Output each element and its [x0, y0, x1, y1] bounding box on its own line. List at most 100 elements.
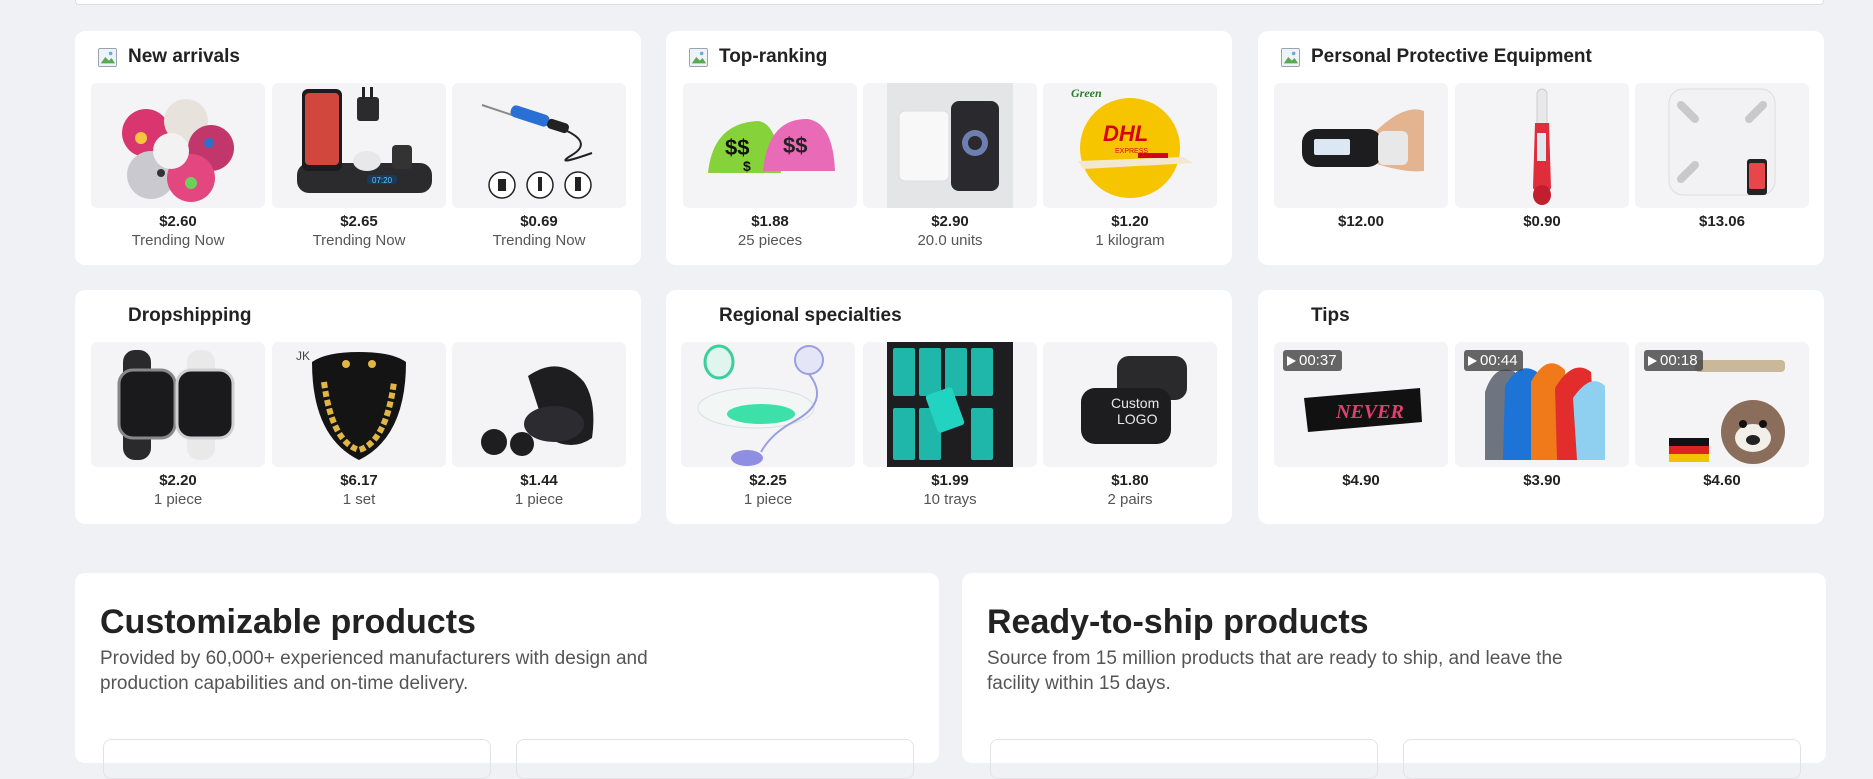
product-subtext: 10 trays	[923, 491, 977, 508]
product-tile[interactable]: Custom LOGO $1.80 2 pairs	[1043, 342, 1217, 510]
customizable-sub-card[interactable]	[516, 739, 914, 779]
new-arrivals-icon	[98, 48, 117, 67]
customizable-products-card[interactable]: Customizable products Provided by 60,000…	[75, 573, 939, 779]
card-title: Dropshipping	[128, 305, 252, 326]
product-tile[interactable]: $1.99 10 trays	[863, 342, 1037, 510]
product-subtext: 2 pairs	[1107, 491, 1153, 508]
product-price: $4.60	[1703, 472, 1741, 489]
product-price: $2.60	[159, 213, 197, 230]
card-title: Tips	[1311, 305, 1350, 326]
soldering-iron-image	[452, 83, 626, 208]
product-price: $1.20	[1111, 213, 1149, 230]
gold-necklace-set-image: JK	[272, 342, 446, 467]
dog-collars-image: 00:18	[1635, 342, 1809, 467]
smart-scale-image	[1635, 83, 1809, 208]
product-subtext: 25 pieces	[737, 232, 803, 249]
ready-to-ship-sub-card[interactable]	[1403, 739, 1801, 779]
top-ranking-icon	[689, 48, 708, 67]
product-price: $0.90	[1523, 213, 1561, 230]
card-dropshipping[interactable]: Dropshipping $2.20 1 piece JK $6.17 1 se…	[75, 290, 641, 524]
product-tile[interactable]: Green DHL EXPRESS $1.20 1 kilogram	[1043, 83, 1217, 251]
product-subtext: 1 piece	[153, 491, 203, 508]
custom-logo-slides-image: Custom LOGO	[1043, 342, 1217, 467]
video-duration-badge: 00:37	[1283, 350, 1342, 371]
section-title: Customizable products	[100, 603, 476, 641]
svg-text:NEVER: NEVER	[1335, 401, 1404, 423]
top-search-panel	[75, 0, 1824, 5]
digital-thermometer-image	[1455, 83, 1629, 208]
product-subtext: 1 piece	[514, 491, 564, 508]
ppe-icon	[1281, 48, 1300, 67]
svg-text:07:20: 07:20	[372, 176, 393, 185]
eyelash-trays-image	[863, 342, 1037, 467]
customizable-sub-card[interactable]	[103, 739, 491, 779]
never-banner-image: NEVER 00:37	[1274, 342, 1448, 467]
svg-text:DHL: DHL	[1103, 121, 1148, 146]
video-duration-badge: 00:44	[1464, 350, 1523, 371]
product-subtext: 20.0 units	[917, 232, 983, 249]
product-tile[interactable]: NEVER 00:37 $4.90	[1274, 342, 1448, 490]
product-price: $2.25	[749, 472, 787, 489]
product-price: $1.80	[1111, 472, 1149, 489]
sitz-bath-image	[681, 342, 855, 467]
card-tips[interactable]: Tips NEVER 00:37 $4.90 00:44 $3.90 00:18…	[1258, 290, 1824, 524]
pulse-oximeter-image	[1274, 83, 1448, 208]
card-title: Personal Protective Equipment	[1311, 46, 1592, 67]
svg-text:Custom: Custom	[1111, 395, 1159, 411]
section-title: Ready-to-ship products	[987, 603, 1369, 641]
product-tile[interactable]: 00:18 $4.60	[1635, 342, 1809, 490]
product-price: $1.99	[931, 472, 969, 489]
product-tile[interactable]: $13.06	[1635, 83, 1809, 231]
product-subtext: 1 set	[342, 491, 376, 508]
product-price: $12.00	[1338, 213, 1384, 230]
product-price: $3.90	[1523, 472, 1561, 489]
svg-text:Green: Green	[1071, 86, 1102, 100]
section-description: Source from 15 million products that are…	[987, 648, 1563, 694]
product-tile[interactable]: $2.60 Trending Now	[91, 83, 265, 251]
video-duration-badge: 00:18	[1644, 350, 1703, 371]
product-tile[interactable]: $2.90 20.0 units	[863, 83, 1037, 251]
hoodies-image: 00:44	[1455, 342, 1629, 467]
product-price: $4.90	[1342, 472, 1380, 489]
play-icon	[1648, 355, 1657, 366]
product-price: $13.06	[1699, 213, 1745, 230]
product-tile[interactable]: 07:20 $2.65 Trending Now	[272, 83, 446, 251]
section-description: Provided by 60,000+ experienced manufact…	[100, 648, 648, 694]
product-price: $1.44	[520, 472, 558, 489]
product-tile[interactable]: 00:44 $3.90	[1455, 342, 1629, 490]
svg-text:$$: $$	[783, 133, 807, 158]
product-price: $1.88	[751, 213, 789, 230]
svg-text:LOGO: LOGO	[1117, 411, 1158, 427]
ready-to-ship-products-card[interactable]: Ready-to-ship products Source from 15 mi…	[962, 573, 1826, 779]
play-icon	[1287, 355, 1296, 366]
product-tile[interactable]: $12.00	[1274, 83, 1448, 231]
product-tile[interactable]: $0.90	[1455, 83, 1629, 231]
card-title: Regional specialties	[719, 305, 902, 326]
product-price: $0.69	[520, 213, 558, 230]
product-subtext: Trending Now	[312, 232, 406, 249]
product-tile[interactable]: $1.44 1 piece	[452, 342, 626, 510]
play-icon	[1468, 355, 1477, 366]
product-tile[interactable]: $2.25 1 piece	[681, 342, 855, 510]
product-price: $2.65	[340, 213, 378, 230]
product-tile[interactable]: $$ $$ $ $1.88 25 pieces	[683, 83, 857, 251]
printed-bandanas-image	[91, 83, 265, 208]
ready-to-ship-sub-card[interactable]	[990, 739, 1378, 779]
card-top-ranking[interactable]: Top-ranking $$ $$ $ $1.88 25 pieces $2.9…	[666, 31, 1232, 265]
card-regional-specialties[interactable]: Regional specialties $2.25 1 piece $1.99…	[666, 290, 1232, 524]
power-bank-phone-image	[863, 83, 1037, 208]
product-tile[interactable]: $0.69 Trending Now	[452, 83, 626, 251]
svg-text:JK: JK	[296, 349, 310, 363]
video-duration: 00:37	[1299, 352, 1337, 369]
card-personal-protective-equipment[interactable]: Personal Protective Equipment $12.00 $0.…	[1258, 31, 1824, 265]
product-subtext: 1 piece	[743, 491, 793, 508]
product-price: $2.90	[931, 213, 969, 230]
earbuds-image	[452, 342, 626, 467]
card-new-arrivals[interactable]: New arrivals $2.60 Trending Now 07:20 $2…	[75, 31, 641, 265]
product-subtext: Trending Now	[492, 232, 586, 249]
smartwatches-image	[91, 342, 265, 467]
video-duration: 00:18	[1660, 352, 1698, 369]
product-tile[interactable]: JK $6.17 1 set	[272, 342, 446, 510]
product-subtext: Trending Now	[131, 232, 225, 249]
product-tile[interactable]: $2.20 1 piece	[91, 342, 265, 510]
